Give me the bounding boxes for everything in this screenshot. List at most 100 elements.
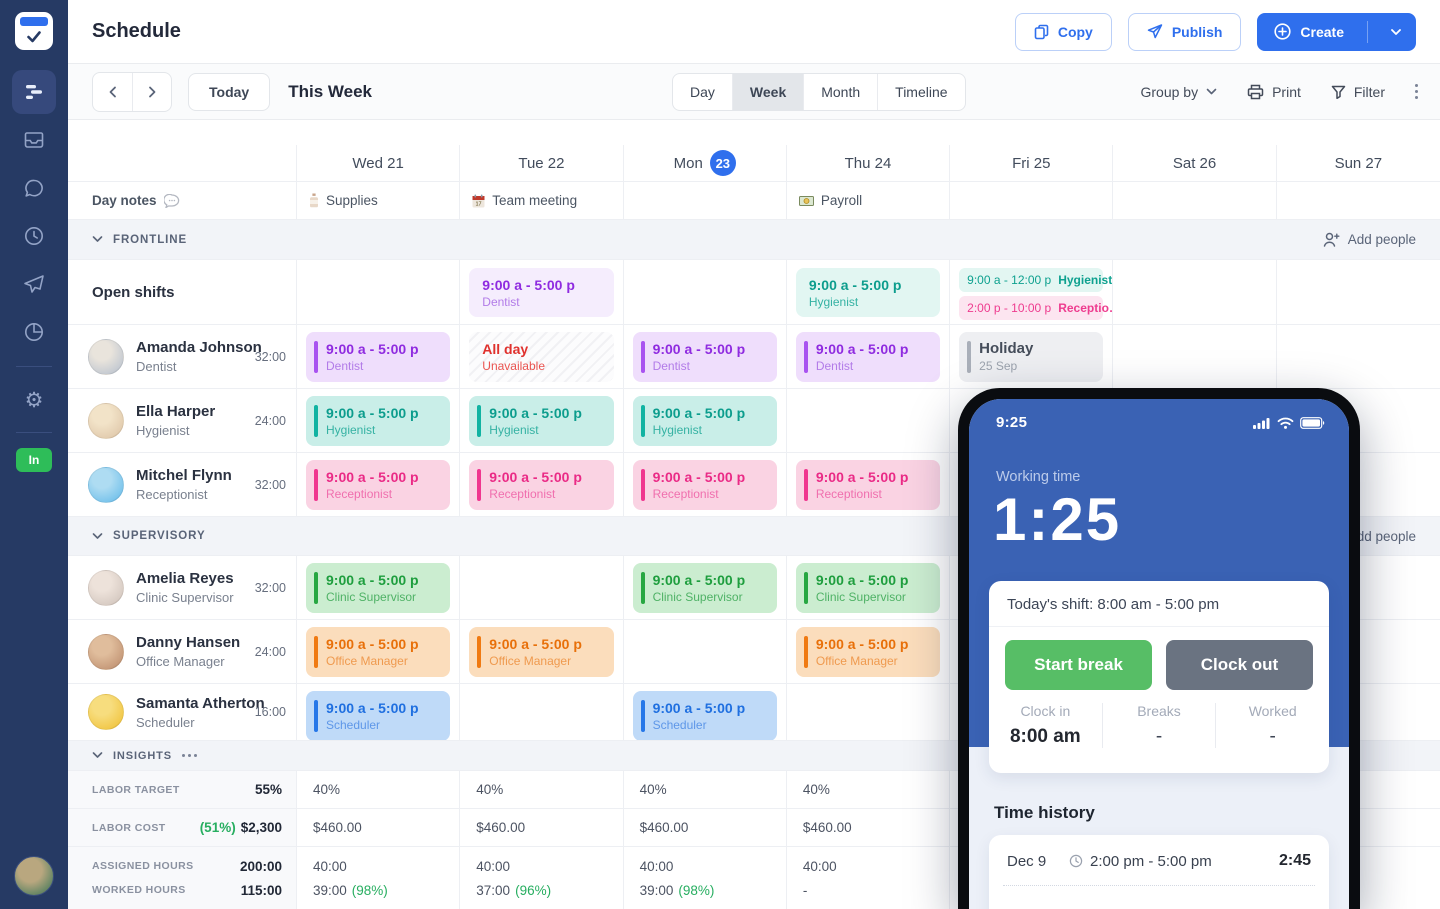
sidebar-item-time-off[interactable] xyxy=(0,266,68,302)
shift-cell[interactable]: 9:00 a - 5:00 p Dentist xyxy=(624,325,787,388)
publish-button[interactable]: Publish xyxy=(1128,13,1242,51)
employee-cell[interactable]: Amelia Reyes Clinic Supervisor 32:00 xyxy=(68,556,297,619)
unavailable-card[interactable]: All day Unavailable xyxy=(469,332,613,382)
shift-card[interactable]: 9:00 a - 5:00 p Dentist xyxy=(633,332,777,382)
shift-card[interactable]: 9:00 a - 5:00 p Scheduler xyxy=(633,691,777,740)
shift-card[interactable]: 9:00 a - 5:00 p Scheduler xyxy=(306,691,450,740)
collapse-chevron-icon[interactable] xyxy=(92,533,103,540)
holiday-card[interactable]: Holiday 25 Sep xyxy=(959,332,1103,382)
shift-cell[interactable]: 9:00 a - 5:00 p Clinic Supervisor xyxy=(787,556,950,619)
shift-cell[interactable]: 9:00 a - 5:00 p Clinic Supervisor xyxy=(297,556,460,619)
shift-cell[interactable]: 9:00 a - 5:00 p Office Manager xyxy=(297,620,460,683)
note-cell-mon[interactable] xyxy=(624,182,787,219)
shift-cell[interactable]: 9:00 a - 5:00 p Hygienist xyxy=(624,389,787,452)
sidebar-item-reports[interactable] xyxy=(0,314,68,350)
employee-cell[interactable]: Samanta Atherton Scheduler 16:00 xyxy=(68,684,297,740)
next-week-button[interactable] xyxy=(132,73,171,111)
tab-month[interactable]: Month xyxy=(803,74,877,110)
note-cell-sun[interactable] xyxy=(1277,182,1440,219)
shift-cell[interactable]: All day Unavailable xyxy=(460,325,623,388)
clock-out-button[interactable]: Clock out xyxy=(1166,640,1313,690)
shift-cell[interactable] xyxy=(1277,325,1440,388)
collapse-chevron-icon[interactable] xyxy=(92,236,103,243)
clocked-in-status-badge[interactable]: In xyxy=(16,448,52,472)
open-shift-pill[interactable]: 2:00 p - 10:00 p Receptio… xyxy=(959,296,1103,320)
shift-cell[interactable]: 9:00 a - 5:00 p Receptionist xyxy=(787,453,950,516)
day-header-wed[interactable]: Wed 21 xyxy=(297,145,460,181)
note-cell-tue[interactable]: 17 Team meeting xyxy=(460,182,623,219)
note-cell-sat[interactable] xyxy=(1113,182,1276,219)
shift-card[interactable]: 9:00 a - 5:00 p Hygienist xyxy=(633,396,777,446)
shift-cell[interactable]: 9:00 a - 5:00 p Office Manager xyxy=(787,620,950,683)
shift-cell[interactable] xyxy=(1113,325,1276,388)
tab-day[interactable]: Day xyxy=(673,74,732,110)
open-shift-cell-sun[interactable] xyxy=(1277,260,1440,324)
shift-cell[interactable] xyxy=(624,620,787,683)
copy-button[interactable]: Copy xyxy=(1015,13,1112,51)
tab-timeline[interactable]: Timeline xyxy=(877,74,964,110)
shift-cell[interactable]: 9:00 a - 5:00 p Receptionist xyxy=(624,453,787,516)
sidebar-item-messages[interactable] xyxy=(0,170,68,206)
open-shift-cell-sat[interactable] xyxy=(1113,260,1276,324)
open-shift-cell-fri[interactable]: 9:00 a - 12:00 p Hygienist 2:00 p - 10:0… xyxy=(950,260,1113,324)
collapse-chevron-icon[interactable] xyxy=(92,752,103,759)
open-shift-cell-wed[interactable] xyxy=(297,260,460,324)
insights-options-button[interactable] xyxy=(182,754,197,757)
sidebar-item-inbox[interactable] xyxy=(0,122,68,158)
sidebar-item-settings[interactable]: ⚙ xyxy=(0,382,68,418)
day-header-sun[interactable]: Sun 27 xyxy=(1277,145,1440,181)
group-by-control[interactable]: Group by xyxy=(1140,84,1217,100)
open-shift-cell-tue[interactable]: 9:00 a - 5:00 p Dentist xyxy=(460,260,623,324)
shift-card[interactable]: 9:00 a - 5:00 p Clinic Supervisor xyxy=(306,563,450,613)
shift-cell[interactable]: Holiday 25 Sep xyxy=(950,325,1113,388)
shift-card[interactable]: 9:00 a - 5:00 p Clinic Supervisor xyxy=(796,563,940,613)
shift-cell[interactable] xyxy=(460,684,623,740)
day-header-fri[interactable]: Fri 25 xyxy=(950,145,1113,181)
shift-cell[interactable]: 9:00 a - 5:00 p Receptionist xyxy=(460,453,623,516)
today-button[interactable]: Today xyxy=(188,73,270,111)
note-cell-fri[interactable] xyxy=(950,182,1113,219)
employee-cell[interactable]: Ella Harper Hygienist 24:00 xyxy=(68,389,297,452)
day-header-tue[interactable]: Tue 22 xyxy=(460,145,623,181)
create-dropdown-caret[interactable] xyxy=(1377,28,1415,36)
shift-card[interactable]: 9:00 a - 5:00 p Hygienist xyxy=(469,396,613,446)
employee-cell[interactable]: Danny Hansen Office Manager 24:00 xyxy=(68,620,297,683)
shift-cell[interactable]: 9:00 a - 5:00 p Scheduler xyxy=(297,684,460,740)
prev-week-button[interactable] xyxy=(93,73,132,111)
sidebar-item-schedule[interactable] xyxy=(12,70,56,114)
time-history-entry[interactable]: Dec 9 2:00 pm - 5:00 pm 2:45 xyxy=(989,835,1329,885)
day-header-sat[interactable]: Sat 26 xyxy=(1113,145,1276,181)
current-user-avatar[interactable] xyxy=(14,856,54,896)
open-shift-cell-mon[interactable] xyxy=(624,260,787,324)
shift-cell[interactable]: 9:00 a - 5:00 p Scheduler xyxy=(624,684,787,740)
open-shift-card[interactable]: 9:00 a - 5:00 p Hygienist xyxy=(796,268,940,317)
shift-cell[interactable]: 9:00 a - 5:00 p Receptionist xyxy=(297,453,460,516)
shift-card[interactable]: 9:00 a - 5:00 p Receptionist xyxy=(469,460,613,510)
shift-cell[interactable] xyxy=(787,684,950,740)
create-button[interactable]: Create xyxy=(1257,13,1416,51)
day-header-mon[interactable]: Mon 23 xyxy=(624,145,787,181)
shift-cell[interactable] xyxy=(460,556,623,619)
print-control[interactable]: Print xyxy=(1247,84,1301,100)
shift-card[interactable]: 9:00 a - 5:00 p Dentist xyxy=(796,332,940,382)
note-cell-thu[interactable]: Payroll xyxy=(787,182,950,219)
tab-week[interactable]: Week xyxy=(732,74,803,110)
shift-cell[interactable]: 9:00 a - 5:00 p Hygienist xyxy=(460,389,623,452)
add-people-button[interactable]: Add people xyxy=(1323,232,1416,247)
start-break-button[interactable]: Start break xyxy=(1005,640,1152,690)
open-shift-cell-thu[interactable]: 9:00 a - 5:00 p Hygienist xyxy=(787,260,950,324)
shift-card[interactable]: 9:00 a - 5:00 p Receptionist xyxy=(796,460,940,510)
note-cell-wed[interactable]: Supplies xyxy=(297,182,460,219)
filter-control[interactable]: Filter xyxy=(1331,84,1385,100)
shift-card[interactable]: 9:00 a - 5:00 p Office Manager xyxy=(796,627,940,677)
shift-card[interactable]: 9:00 a - 5:00 p Receptionist xyxy=(633,460,777,510)
shift-card[interactable]: 9:00 a - 5:00 p Office Manager xyxy=(469,627,613,677)
open-shift-pill[interactable]: 9:00 a - 12:00 p Hygienist xyxy=(959,268,1103,292)
shift-cell[interactable]: 9:00 a - 5:00 p Dentist xyxy=(297,325,460,388)
shift-card[interactable]: 9:00 a - 5:00 p Dentist xyxy=(306,332,450,382)
shift-cell[interactable]: 9:00 a - 5:00 p Dentist xyxy=(787,325,950,388)
shift-card[interactable]: 9:00 a - 5:00 p Hygienist xyxy=(306,396,450,446)
shift-cell[interactable] xyxy=(787,389,950,452)
sidebar-item-time-clock[interactable] xyxy=(0,218,68,254)
toolbar-overflow-menu[interactable] xyxy=(1415,84,1418,99)
